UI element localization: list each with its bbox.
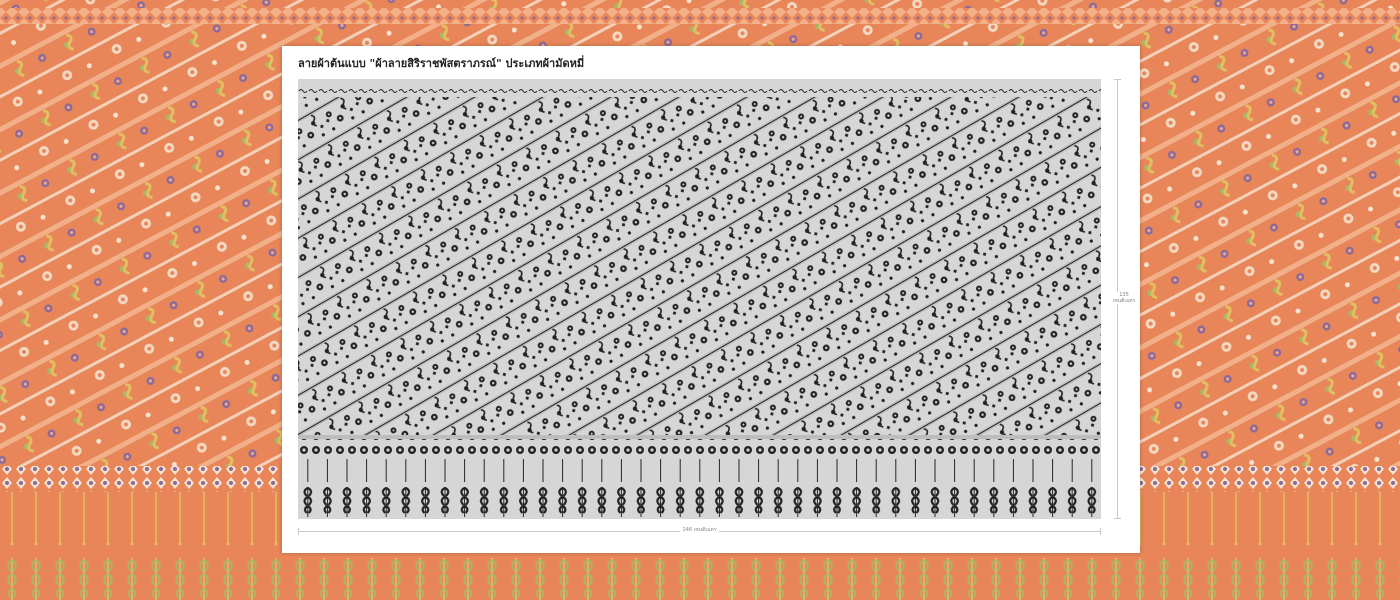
- page-title: ลายผ้าต้นแบบ "ผ้าลายสิริราชพัสตราภรณ์" ป…: [298, 57, 585, 70]
- height-dimension: 135 เซนติเมตร: [1108, 79, 1140, 519]
- height-dimension-cap-bottom: [1114, 518, 1121, 519]
- height-label: 135 เซนติเมตร: [1108, 292, 1140, 304]
- pattern-card: ลายผ้าต้นแบบ "ผ้าลายสิริราชพัสตราภรณ์" ป…: [282, 46, 1140, 553]
- width-dimension-cap-right: [1100, 528, 1101, 535]
- width-dimension-cap-left: [298, 528, 299, 535]
- height-dimension-cap-top: [1114, 79, 1121, 80]
- width-label: 246 เซนติเมตร: [679, 526, 720, 534]
- width-dimension: 246 เซนติเมตร: [298, 526, 1101, 538]
- height-unit: เซนติเมตร: [1112, 298, 1136, 304]
- fabric-pattern-illustration: [298, 79, 1101, 519]
